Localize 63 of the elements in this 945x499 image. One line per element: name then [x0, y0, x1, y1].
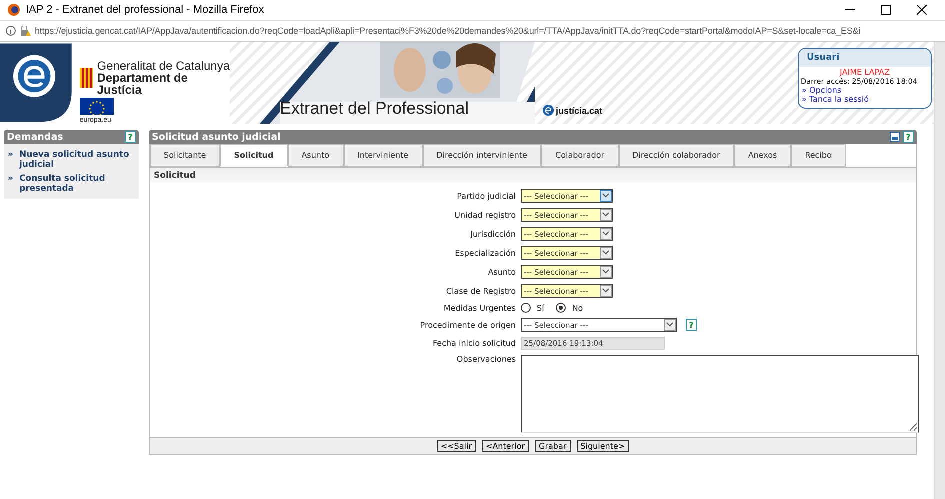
- tab[interactable]: Interviniente: [344, 144, 423, 167]
- user-link[interactable]: » Tanca la sessió: [799, 95, 931, 104]
- field-label: Especialización: [454, 248, 516, 258]
- field-label: Medidas Urgentes: [442, 304, 516, 312]
- form-button[interactable]: <Anterior: [482, 440, 529, 452]
- tab[interactable]: Dirección colaborador: [618, 144, 734, 167]
- sidebar-item[interactable]: » Consulta solicitud presentada: [8, 174, 135, 194]
- observations-field[interactable]: [521, 355, 919, 433]
- department-name: Generalitat de Catalunya Departament de Justícia: [97, 60, 230, 96]
- maximize-icon[interactable]: [881, 5, 891, 15]
- help-button[interactable]: ?: [125, 131, 136, 143]
- field-label: Jurisdicción: [469, 230, 516, 238]
- print-icon[interactable]: [890, 132, 900, 142]
- field-label: Partido judicial: [456, 192, 516, 200]
- caret-icon: [602, 212, 610, 218]
- tab[interactable]: Colaborador: [541, 144, 619, 167]
- help-button[interactable]: ?: [686, 319, 697, 331]
- section-title: Solicitud: [150, 168, 916, 183]
- sidebar-title: Demandas: [7, 132, 64, 142]
- help-button[interactable]: ?: [903, 131, 914, 143]
- e-logo-icon: [543, 105, 554, 116]
- close-icon[interactable]: [917, 5, 927, 15]
- eu-flag-icon: [80, 98, 114, 115]
- field-label: Clase de Registro: [445, 286, 516, 296]
- tab[interactable]: Recibo: [791, 144, 846, 167]
- info-icon[interactable]: [6, 26, 16, 36]
- field-label: Procedimente de origen: [419, 320, 516, 330]
- radio-label: Sí: [537, 304, 544, 312]
- banner-title: Extranet del Professional: [280, 99, 469, 119]
- tab[interactable]: Solicitud: [220, 144, 288, 166]
- user-link[interactable]: » Opcions: [799, 86, 931, 95]
- scrollbar[interactable]: [934, 42, 945, 499]
- field-label: Fecha inicio solicitud: [432, 339, 516, 348]
- address-field[interactable]: https://ejusticia.gencat.cat/IAP/AppJava/autentificacion.do?reqCode=loadApli&apli=Presentaci%F3%20de%20demandes%20&url=/TTA/AppJava/initTTA.do?reqCode=startPortal&modoIAP=S&set-locale=ca_ES&i: [35, 26, 939, 36]
- window-title: IAP 2 - Extranet del professional - Mozilla Firefox: [26, 4, 264, 16]
- field-label: Observaciones: [456, 355, 516, 364]
- form-button[interactable]: Grabar: [535, 440, 571, 452]
- user-name: JAIME LAPAZ: [838, 68, 891, 77]
- field-label: Asunto: [487, 268, 516, 276]
- sidebar-item[interactable]: » Nueva solicitud asunto judicial: [8, 150, 135, 170]
- radio-label: No: [572, 304, 584, 312]
- caret-icon: [602, 288, 610, 294]
- tab[interactable]: Anexos: [734, 144, 792, 167]
- radio-button[interactable]: [556, 303, 566, 313]
- tab[interactable]: Asunto: [288, 144, 344, 167]
- caret-icon: [602, 193, 610, 199]
- caret-icon: [602, 250, 610, 256]
- caret-icon: [602, 269, 610, 275]
- tab[interactable]: Solicitante: [150, 144, 220, 167]
- caret-icon: [602, 231, 610, 237]
- radio-button[interactable]: [521, 303, 531, 313]
- form-button[interactable]: <<Salir: [436, 440, 476, 452]
- caret-icon: [666, 322, 674, 328]
- panel-title: Solicitud asunto judicial: [152, 132, 282, 142]
- browser-icon: [8, 4, 20, 16]
- field-label: Unidad registro: [454, 210, 516, 220]
- flag-icon: [80, 68, 94, 88]
- lock-warning-icon[interactable]: [20, 26, 31, 36]
- form-button[interactable]: Siguiente>: [576, 440, 630, 452]
- user-panel-title: Usuari: [799, 49, 931, 67]
- minimize-icon[interactable]: [845, 9, 855, 11]
- tab[interactable]: Dirección interviniente: [422, 144, 542, 167]
- brand-name: justícia.cat: [556, 106, 603, 116]
